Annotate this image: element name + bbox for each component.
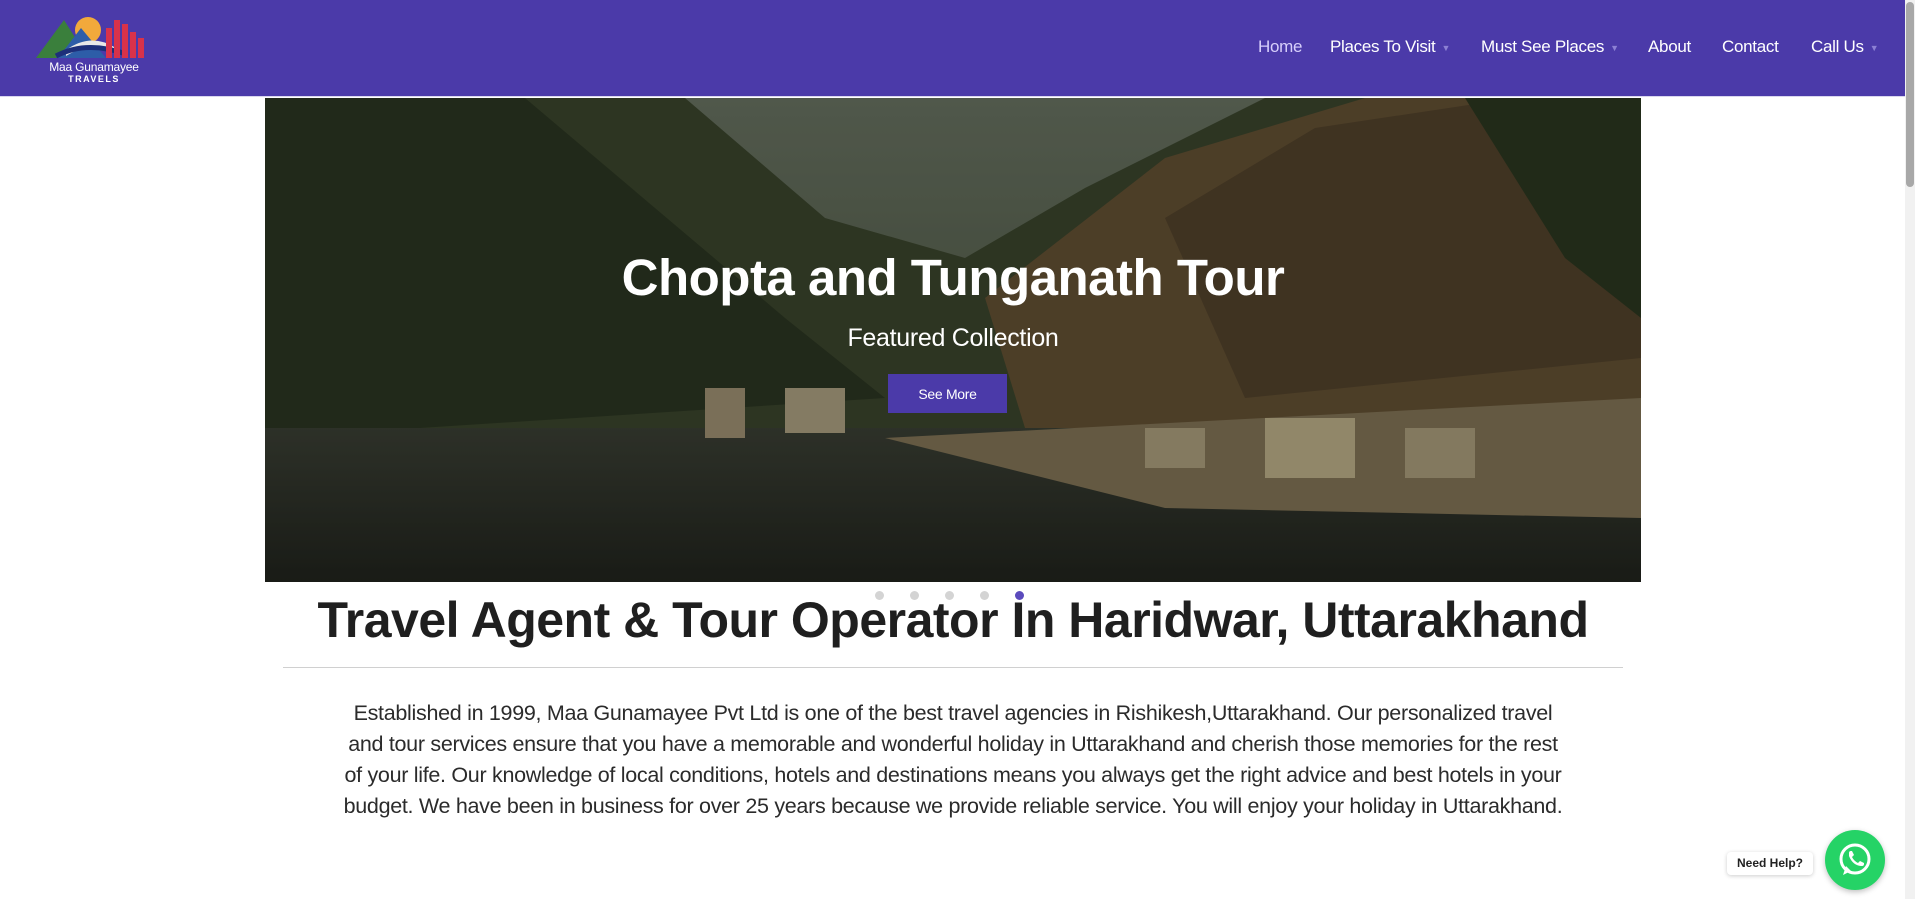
see-more-button[interactable]: See More <box>888 374 1007 413</box>
chevron-down-icon: ▼ <box>1441 42 1451 53</box>
brand-tagline: TRAVELS <box>68 74 120 84</box>
page-title: Travel Agent & Tour Operator In Haridwar… <box>317 592 1590 648</box>
intro-paragraph: Established in 1999, Maa Gunamayee Pvt L… <box>343 701 1563 818</box>
nav-about[interactable]: About <box>1648 37 1691 57</box>
whatsapp-icon <box>1839 843 1871 875</box>
nav-must-see-places-label: Must See Places <box>1481 37 1605 56</box>
nav-call-us-label: Call Us <box>1811 37 1864 56</box>
nav-contact[interactable]: Contact <box>1722 37 1779 57</box>
chevron-down-icon: ▼ <box>1610 42 1619 53</box>
nav-must-see-places[interactable]: Must See Places ▼ <box>1481 37 1619 57</box>
nav-contact-label: Contact <box>1722 37 1779 56</box>
main-nav: Home Places To Visit ▼ Must See Places ▼ A… <box>0 37 1905 61</box>
divider <box>283 667 1623 668</box>
whatsapp-button[interactable] <box>1825 830 1885 890</box>
nav-call-us[interactable]: Call Us ▼ <box>1811 37 1879 57</box>
nav-about-label: About <box>1648 37 1691 56</box>
nav-places-to-visit-label: Places To Visit <box>1330 37 1436 56</box>
nav-home[interactable]: Home <box>1258 37 1302 57</box>
need-help-label[interactable]: Need Help? <box>1727 852 1814 875</box>
scrollbar-thumb[interactable] <box>1906 2 1914 187</box>
hero-slider: Chopta and Tunganath Tour Featured Colle… <box>265 98 1641 582</box>
page-scrollbar[interactable] <box>1905 0 1915 899</box>
site-header: Maa Gunamayee TRAVELS Home Places To Vis… <box>0 0 1905 97</box>
chevron-down-icon: ▼ <box>1869 42 1879 53</box>
nav-home-label: Home <box>1258 37 1303 56</box>
hero-subtitle: Featured Collection <box>847 324 1059 352</box>
hero-title: Chopta and Tunganath Tour <box>621 249 1285 306</box>
nav-places-to-visit[interactable]: Places To Visit ▼ <box>1330 37 1450 57</box>
brand-name: Maa Gunamayee <box>49 60 139 74</box>
